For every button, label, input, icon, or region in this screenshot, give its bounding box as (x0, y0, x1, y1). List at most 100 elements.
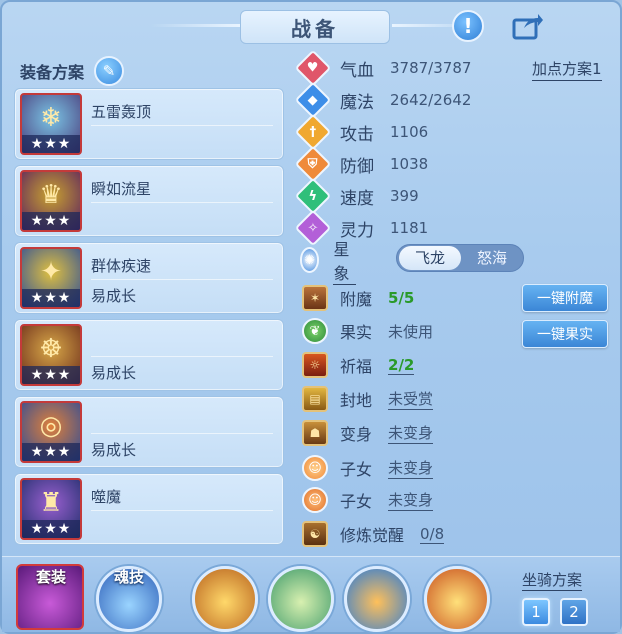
spirit-icon: ✧ (294, 209, 332, 247)
stat-label: 速度 (340, 188, 374, 209)
lightning-icon: ϟ (294, 177, 332, 215)
title-ornament-left (150, 24, 240, 27)
extra-transform: ☗ 变身 未变身 (302, 419, 434, 447)
mount-plan-label[interactable]: 坐骑方案 (522, 569, 583, 591)
star-sign-icon: ✺ (300, 247, 320, 273)
stat-label: 攻击 (340, 124, 374, 145)
extra-value[interactable]: 2/2 (388, 356, 415, 375)
star-sign-toggle: 飞龙 怒海 (396, 244, 524, 272)
extra-value[interactable]: 0/8 (420, 525, 445, 544)
extra-label: 子女 (340, 492, 373, 511)
extra-label: 祈福 (340, 357, 373, 376)
extra-label: 子女 (340, 460, 373, 479)
stat-defense: ⛨ 防御 1038 (294, 145, 428, 183)
soul-skill-label: 魂技 (113, 568, 144, 586)
equipment-slot-1[interactable]: ❄ ★★★ 五雷轰顶 (14, 88, 284, 160)
equipment-slot-2[interactable]: ♛ ★★★ 瞬如流星 (14, 165, 284, 237)
equipment-name: 群体疾速 (91, 257, 152, 275)
auto-fruit-button[interactable]: 一键果实 (522, 320, 608, 348)
star-sign-option-flying-dragon[interactable]: 飞龙 (399, 246, 461, 270)
extra-label: 附魔 (340, 290, 373, 309)
equipment-trait: 易成长 (91, 287, 137, 305)
stat-value: 1181 (390, 219, 429, 237)
fruit-icon: ❦ (302, 318, 328, 344)
extra-label: 变身 (340, 425, 373, 444)
equipment-thumbnail: ❄ ★★★ (20, 93, 82, 155)
extra-value[interactable]: 未变身 (388, 422, 434, 444)
cultivation-icon: ☯ (302, 521, 328, 547)
page-title: 战备 (291, 16, 339, 41)
mount-plan-1-button[interactable]: 1 (522, 598, 550, 626)
stat-value: 3787/3787 (390, 59, 472, 77)
extra-child-2: ☺ 子女 未变身 (302, 486, 434, 514)
divider (91, 433, 273, 434)
extra-value[interactable]: 未变身 (388, 489, 434, 511)
extra-value: 5/5 (388, 289, 415, 307)
suit-label: 套装 (35, 568, 66, 586)
star-rating: ★★★ (22, 212, 80, 230)
fief-icon: ▤ (302, 386, 328, 412)
star-rating: ★★★ (22, 135, 80, 153)
add-point-plan-link[interactable]: 加点方案1 (532, 58, 602, 81)
star-rating: ★★★ (22, 520, 80, 538)
equipment-name: 五雷轰顶 (91, 103, 152, 121)
title-bar: 战备 (240, 10, 390, 44)
blessing-icon: ☼ (302, 352, 328, 378)
stat-hp: ♥ 气血 3787/3787 (294, 49, 472, 87)
shield-icon: ⛨ (294, 145, 332, 183)
share-icon[interactable] (512, 12, 544, 40)
equipment-slot-3[interactable]: ✦ ★★★ 群体疾速 易成长 (14, 242, 284, 314)
equipment-trait: 易成长 (91, 441, 137, 459)
stat-spirit: ✧ 灵力 1181 (294, 209, 429, 247)
child-icon: ☺ (302, 455, 328, 481)
edit-pencil-icon[interactable]: ✎ (94, 56, 125, 86)
star-sign-row: ✺ 星象 (300, 240, 357, 285)
stat-value: 2642/2642 (390, 91, 472, 109)
skill-slot-wave-icon[interactable] (344, 566, 410, 632)
star-rating: ★★★ (22, 289, 80, 307)
divider (91, 202, 273, 203)
equipment-thumbnail: ✦ ★★★ (20, 247, 82, 309)
stat-label: 防御 (340, 156, 374, 177)
info-icon[interactable]: ! (452, 10, 484, 42)
extra-fief: ▤ 封地 未受赏 (302, 385, 434, 413)
skill-slot-monk-icon[interactable] (424, 566, 490, 632)
equipment-slot-5[interactable]: ◎ ★★★ 易成长 (14, 396, 284, 468)
extra-value: 未使用 (388, 322, 434, 341)
stat-value: 1106 (390, 123, 429, 141)
extra-label: 果实 (340, 323, 373, 342)
auto-enchant-button[interactable]: 一键附魔 (522, 284, 608, 312)
equipment-thumbnail: ♛ ★★★ (20, 170, 82, 232)
extra-cultivation: ☯ 修炼觉醒 0/8 (302, 520, 445, 548)
star-sign-option-angry-sea[interactable]: 怒海 (461, 246, 523, 270)
equipment-thumbnail: ☸ ★★★ (20, 324, 82, 386)
star-rating: ★★★ (22, 443, 80, 461)
extra-value[interactable]: 未变身 (388, 457, 434, 479)
extra-enchant: ✶ 附魔 5/5 (302, 284, 414, 312)
equipment-plan-label: 装备方案 (20, 63, 85, 82)
extra-value[interactable]: 未受赏 (388, 388, 434, 410)
stat-label: 气血 (340, 60, 374, 81)
mount-plan-2-button[interactable]: 2 (560, 598, 588, 626)
equipment-plan-header: 装备方案 ✎ (20, 56, 125, 86)
equipment-thumbnail: ♜ ★★★ (20, 478, 82, 540)
extra-child-1: ☺ 子女 未变身 (302, 454, 434, 482)
equipment-list: ❄ ★★★ 五雷轰顶 ♛ ★★★ 瞬如流星 ✦ ★★★ 群体疾速 易成长 ☸ ★★★ 易… (14, 88, 284, 550)
divider (91, 125, 273, 126)
skill-slot-spirit-icon[interactable] (268, 566, 334, 632)
star-rating: ★★★ (22, 366, 80, 384)
divider (91, 279, 273, 280)
equipment-name: 噬魔 (91, 488, 122, 506)
extra-label: 修炼觉醒 (340, 526, 405, 545)
heart-icon: ♥ (294, 49, 332, 87)
equipment-slot-4[interactable]: ☸ ★★★ 易成长 (14, 319, 284, 391)
stat-attack: † 攻击 1106 (294, 113, 429, 151)
stat-value: 399 (390, 187, 419, 205)
equipment-thumbnail: ◎ ★★★ (20, 401, 82, 463)
extra-label: 封地 (340, 391, 373, 410)
skill-slot-claw-icon[interactable] (192, 566, 258, 632)
sword-icon: † (294, 113, 332, 151)
equipment-slot-6[interactable]: ♜ ★★★ 噬魔 (14, 473, 284, 545)
star-sign-label[interactable]: 星象 (333, 236, 357, 285)
transform-icon: ☗ (302, 420, 328, 446)
